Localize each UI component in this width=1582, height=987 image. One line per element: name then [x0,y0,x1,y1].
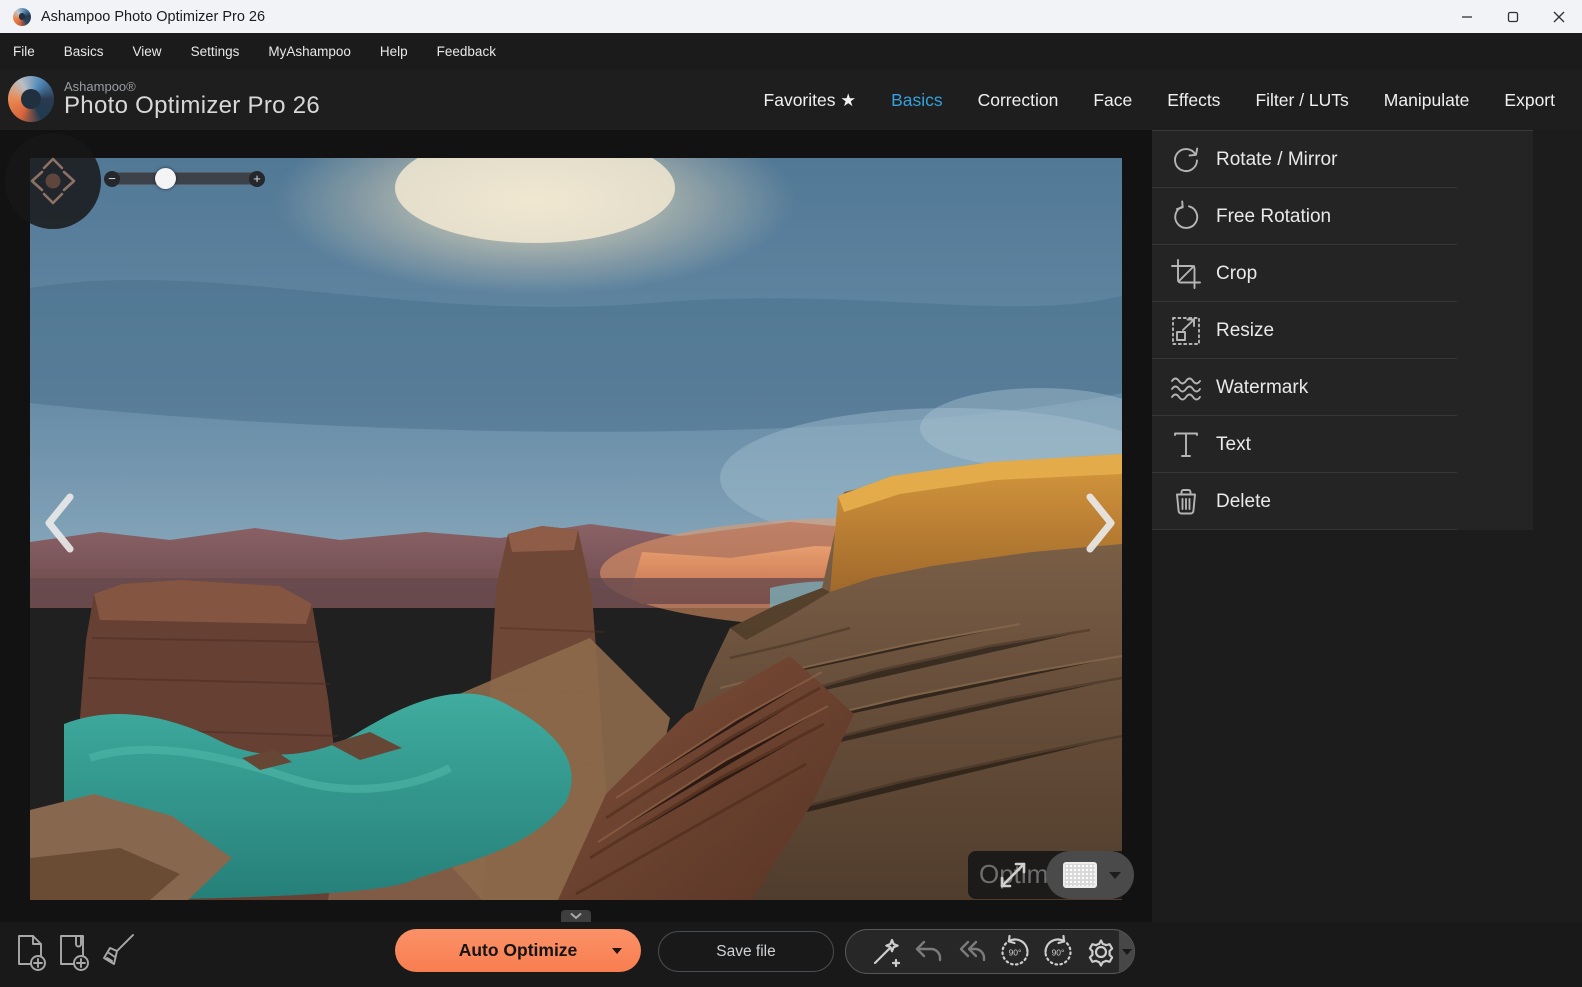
view-controls-overlay: Optimized [968,851,1122,899]
zoom-out-button[interactable]: − [104,171,120,187]
fullscreen-button[interactable] [996,858,1030,892]
auto-optimize-caret-icon [612,948,622,954]
tool-free-rotation[interactable]: Free Rotation [1152,188,1533,245]
title-bar: Ashampoo Photo Optimizer Pro 26 [0,0,1582,33]
minimize-button[interactable] [1444,0,1490,33]
history-tool-group: 90° 90° [845,929,1135,974]
maximize-icon [1507,11,1519,23]
menu-help[interactable]: Help [380,44,408,59]
free-rotation-icon [1169,200,1203,234]
history-tool-icons: 90° 90° [846,934,1119,970]
tool-crop[interactable]: Crop [1152,245,1533,302]
delete-icon [1169,485,1203,519]
menu-myashampoo[interactable]: MyAshampoo [268,44,351,59]
canyon-photo [30,158,1122,900]
tool-resize[interactable]: Resize [1152,302,1533,359]
app-header: Ashampoo® Photo Optimizer Pro 26 Favorit… [0,70,1582,130]
rotate-left-button[interactable]: 90° [997,934,1033,970]
clear-list-button[interactable] [98,930,138,976]
next-image-button[interactable] [1082,492,1118,554]
basics-tools-list: Rotate / Mirror Free Rotation Crop Resiz… [1152,130,1533,530]
bottom-bar: Auto Optimize Save file [0,922,1582,987]
pan-arrows-icon [5,133,101,229]
auto-optimize-label: Auto Optimize [459,940,578,961]
tab-manipulate[interactable]: Manipulate [1384,90,1470,111]
broom-icon [98,930,138,976]
tab-basics[interactable]: Basics [891,90,943,111]
resize-icon [1169,314,1203,348]
close-button[interactable] [1536,0,1582,33]
right-panel: Rotate / Mirror Free Rotation Crop Resiz… [1152,130,1582,987]
magic-wand-button[interactable] [868,934,904,970]
window-controls [1444,0,1582,33]
optimize-settings-button[interactable] [1083,934,1119,970]
view-mode-button[interactable] [1046,851,1134,899]
add-folder-button[interactable] [54,930,94,976]
rotate-mirror-icon [1169,143,1203,177]
chevron-left-icon [42,492,78,554]
zoom-slider: − + [104,167,266,191]
view-mode-caret-icon [1109,872,1121,879]
photo-optimizer-window: Ashampoo Photo Optimizer Pro 26 File Bas… [0,0,1582,987]
maximize-button[interactable] [1490,0,1536,33]
menu-bar: File Basics View Settings MyAshampoo Hel… [0,33,1582,70]
brand-text: Ashampoo® Photo Optimizer Pro 26 [64,80,320,119]
tab-correction[interactable]: Correction [978,90,1059,111]
svg-text:90°: 90° [1009,947,1022,957]
text-icon [1169,428,1203,462]
previous-image-button[interactable] [42,492,78,554]
add-image-button[interactable] [12,930,52,976]
auto-optimize-button[interactable]: Auto Optimize [395,929,641,972]
tool-watermark[interactable]: Watermark [1152,359,1533,416]
main-tabs: Favorites ★ Basics Correction Face Effec… [764,70,1555,130]
tab-face[interactable]: Face [1093,90,1132,111]
zoom-slider-thumb[interactable] [155,168,176,189]
expand-icon [996,858,1030,892]
close-icon [1553,11,1565,23]
tab-filter-luts[interactable]: Filter / LUTs [1255,90,1348,111]
chevron-down-icon [569,912,583,920]
tool-rotate-mirror[interactable]: Rotate / Mirror [1152,131,1533,188]
tab-export[interactable]: Export [1504,90,1555,111]
photo-canvas[interactable] [30,158,1122,900]
tool-delete[interactable]: Delete [1152,473,1533,530]
tab-favorites[interactable]: Favorites ★ [764,90,857,111]
history-dropdown-button[interactable] [1119,929,1134,974]
window-title: Ashampoo Photo Optimizer Pro 26 [41,9,265,25]
menu-basics[interactable]: Basics [64,44,104,59]
rotate-right-button[interactable]: 90° [1040,934,1076,970]
menu-file[interactable]: File [13,44,35,59]
zoom-in-button[interactable]: + [249,171,265,187]
pan-control[interactable] [5,133,101,229]
add-folder-icon [54,930,94,976]
zoom-slider-track[interactable] [113,172,258,185]
menu-settings[interactable]: Settings [191,44,240,59]
undo-all-button[interactable] [954,934,990,970]
tool-text[interactable]: Text [1152,416,1533,473]
add-image-icon [12,930,52,976]
tab-effects[interactable]: Effects [1167,90,1220,111]
menu-feedback[interactable]: Feedback [437,44,496,59]
history-caret-icon [1122,949,1132,955]
product-name: Photo Optimizer Pro 26 [64,93,320,118]
brand-logo-icon [8,76,54,122]
chevron-right-icon [1082,492,1118,554]
save-file-button[interactable]: Save file [658,931,834,972]
single-view-icon [1063,862,1097,888]
svg-text:90°: 90° [1052,947,1065,957]
watermark-icon [1169,371,1203,405]
brand-name: Ashampoo® [64,80,320,94]
brand: Ashampoo® Photo Optimizer Pro 26 [8,76,320,122]
crop-icon [1169,257,1203,291]
app-logo-icon [13,8,31,26]
filmstrip-collapse-tab[interactable] [561,910,591,922]
minimize-icon [1461,11,1473,23]
undo-button[interactable] [911,934,947,970]
menu-view[interactable]: View [133,44,162,59]
